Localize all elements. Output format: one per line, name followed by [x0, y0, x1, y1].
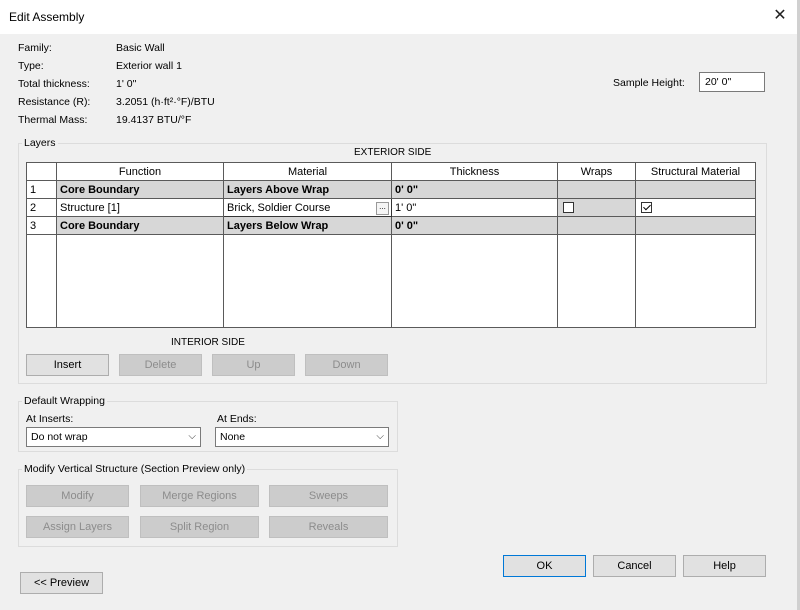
reveals-button[interactable]: Reveals: [269, 516, 388, 538]
wraps-cell[interactable]: [557, 198, 636, 217]
up-button[interactable]: Up: [212, 354, 295, 376]
cancel-button[interactable]: Cancel: [593, 555, 676, 577]
wraps-checkbox[interactable]: [563, 202, 574, 214]
material-value[interactable]: Brick, Soldier Course: [227, 202, 330, 214]
material-cell[interactable]: Layers Below Wrap: [223, 216, 392, 235]
material-cell[interactable]: Layers Above Wrap: [223, 180, 392, 199]
modify-vertical-label: Modify Vertical Structure (Section Previ…: [22, 463, 248, 475]
thickness-cell[interactable]: 0' 0": [391, 180, 558, 199]
split-region-button[interactable]: Split Region: [140, 516, 259, 538]
close-icon[interactable]: ✕: [772, 8, 788, 24]
type-label: Type:: [18, 60, 44, 72]
function-cell[interactable]: Core Boundary: [56, 180, 224, 199]
table-header-row: Function Material Thickness Wraps Struct…: [26, 162, 756, 181]
chevron-down-icon: ⌵: [376, 431, 384, 442]
thermal-mass-value: 19.4137 BTU/°F: [116, 114, 192, 126]
thermal-mass-label: Thermal Mass:: [18, 114, 88, 126]
family-label: Family:: [18, 42, 52, 54]
help-button[interactable]: Help: [683, 555, 766, 577]
at-inserts-select[interactable]: Do not wrap ⌵: [26, 427, 201, 447]
layers-group-label: Layers: [22, 137, 58, 149]
at-ends-value: None: [220, 431, 246, 443]
family-value: Basic Wall: [116, 42, 165, 54]
structural-material-cell: [635, 216, 756, 235]
at-ends-label: At Ends:: [217, 413, 257, 425]
chevron-down-icon: ⌵: [188, 431, 196, 442]
header-structural-material: Structural Material: [635, 162, 756, 181]
browse-material-button[interactable]: ...: [376, 202, 389, 215]
layers-table: Function Material Thickness Wraps Struct…: [26, 162, 756, 328]
table-row[interactable]: 3 Core Boundary Layers Below Wrap 0' 0": [26, 216, 756, 235]
thickness-cell[interactable]: 1' 0": [391, 198, 558, 217]
header-wraps: Wraps: [557, 162, 636, 181]
at-ends-select[interactable]: None ⌵: [215, 427, 389, 447]
title-bar: Edit Assembly ✕: [0, 0, 800, 34]
sample-height-label: Sample Height:: [613, 77, 685, 89]
header-material: Material: [223, 162, 392, 181]
function-cell[interactable]: Structure [1]: [56, 198, 224, 217]
function-cell[interactable]: Core Boundary: [56, 216, 224, 235]
total-thickness-label: Total thickness:: [18, 78, 90, 90]
preview-button[interactable]: << Preview: [20, 572, 103, 594]
wraps-cell: [557, 216, 636, 235]
structural-material-cell: [635, 180, 756, 199]
thickness-cell[interactable]: 0' 0": [391, 216, 558, 235]
table-row[interactable]: 1 Core Boundary Layers Above Wrap 0' 0": [26, 180, 756, 199]
row-number[interactable]: 3: [26, 216, 57, 235]
row-number[interactable]: 2: [26, 198, 57, 217]
header-function: Function: [56, 162, 224, 181]
structural-material-checkbox[interactable]: [641, 202, 652, 214]
at-inserts-value: Do not wrap: [31, 431, 88, 443]
structural-material-cell[interactable]: [635, 198, 756, 217]
default-wrapping-label: Default Wrapping: [22, 395, 107, 407]
modify-button[interactable]: Modify: [26, 485, 129, 507]
delete-button[interactable]: Delete: [119, 354, 202, 376]
insert-button[interactable]: Insert: [26, 354, 109, 376]
sweeps-button[interactable]: Sweeps: [269, 485, 388, 507]
interior-side-label: INTERIOR SIDE: [171, 337, 245, 348]
window-title: Edit Assembly: [9, 10, 85, 24]
type-value: Exterior wall 1: [116, 60, 182, 72]
table-row[interactable]: 2 Structure [1] Brick, Soldier Course ..…: [26, 198, 756, 217]
empty-row: [26, 234, 756, 328]
sample-height-input[interactable]: 20' 0": [699, 72, 765, 92]
resistance-label: Resistance (R):: [18, 96, 91, 108]
row-number[interactable]: 1: [26, 180, 57, 199]
header-num: [26, 162, 57, 181]
merge-regions-button[interactable]: Merge Regions: [140, 485, 259, 507]
ok-button[interactable]: OK: [503, 555, 586, 577]
material-cell-editing[interactable]: Brick, Soldier Course ...: [223, 198, 392, 217]
at-inserts-label: At Inserts:: [26, 413, 74, 425]
exterior-side-label: EXTERIOR SIDE: [354, 147, 432, 158]
wraps-cell: [557, 180, 636, 199]
resistance-value: 3.2051 (h·ft²·°F)/BTU: [116, 96, 215, 108]
header-thickness: Thickness: [391, 162, 558, 181]
down-button[interactable]: Down: [305, 354, 388, 376]
assign-layers-button[interactable]: Assign Layers: [26, 516, 129, 538]
total-thickness-value: 1' 0": [116, 78, 137, 90]
